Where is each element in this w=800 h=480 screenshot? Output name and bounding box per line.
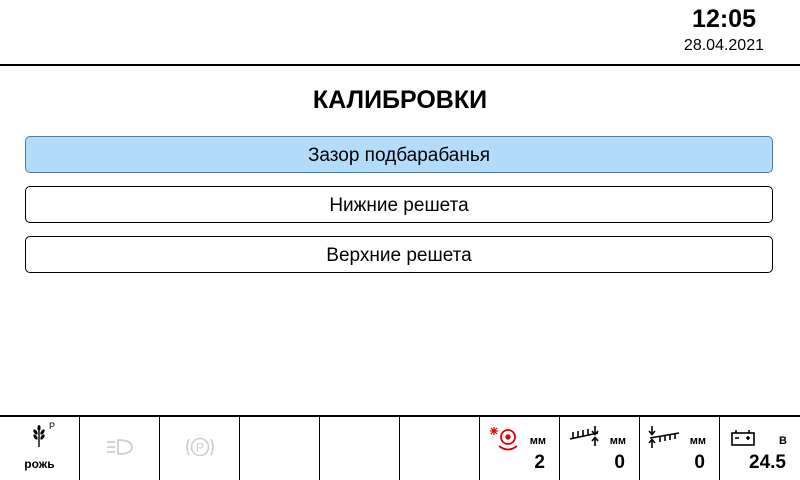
page-title: КАЛИБРОВКИ [312,86,488,114]
empty-cell-3 [400,417,480,480]
parking-brake-cell[interactable]: P [160,417,240,480]
menu-item-lower-sieves[interactable]: Нижние решета [25,186,773,223]
crop-label: рожь [24,457,55,471]
wheat-icon [33,425,45,447]
lower-sieve-unit: мм [609,435,626,447]
concave-gap-value: 2 [534,452,545,473]
concave-gap-unit: мм [529,435,546,447]
lower-sieve-value: 0 [614,452,625,473]
clock: 12:05 [692,5,756,33]
upper-sieve-value: 0 [694,452,705,473]
empty-cell-1 [240,417,320,480]
headlight-cell[interactable] [80,417,160,480]
battery-cell[interactable]: В 24.5 [720,417,800,480]
battery-value: 24.5 [749,452,786,473]
header-divider [0,64,800,66]
date: 28.04.2021 [683,37,764,54]
crop-cell[interactable]: P рожь [0,417,80,480]
svg-text:P: P [196,441,204,455]
menu-item-upper-sieves[interactable]: Верхние решета [25,236,773,273]
status-bar: P рожь P мм 2 мм 0 мм 0 В 24.5 [0,417,800,480]
lower-sieve-cell[interactable]: мм 0 [560,417,640,480]
crop-superscript: P [49,421,56,431]
lower-sieve-icon [569,426,599,446]
upper-sieve-unit: мм [689,435,706,447]
concave-gap-cell[interactable]: мм 2 [480,417,560,480]
empty-cell-2 [320,417,400,480]
battery-unit: В [779,435,787,447]
battery-icon [731,430,755,446]
upper-sieve-cell[interactable]: мм 0 [640,417,720,480]
upper-sieve-icon [648,426,680,448]
headlight-icon [107,439,133,455]
parking-brake-icon: P [186,437,214,457]
menu-item-concave-gap[interactable]: Зазор подбарабанья [25,136,773,173]
concave-gap-icon [490,427,518,451]
